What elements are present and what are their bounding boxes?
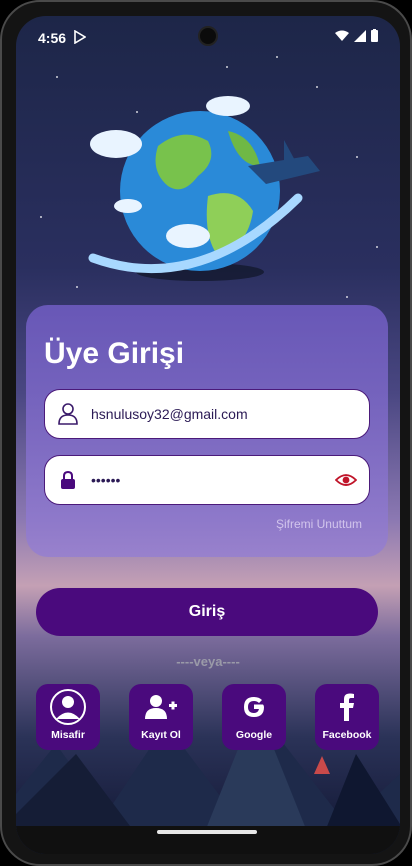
home-indicator[interactable] (157, 830, 257, 834)
social-login-row: Misafir Kayıt Ol Google Facebook (36, 684, 379, 752)
guest-avatar-icon (49, 684, 87, 729)
google-label: Google (235, 729, 273, 741)
add-user-icon (144, 684, 178, 729)
status-bar: 4:56 (16, 16, 400, 56)
google-icon (241, 684, 267, 729)
system-icons (335, 29, 378, 42)
facebook-label: Facebook (322, 729, 372, 741)
google-button[interactable]: Google (222, 684, 286, 750)
battery-icon (371, 29, 378, 42)
forgot-password-link[interactable]: Şifremi Unuttum (276, 517, 362, 531)
play-store-icon (74, 30, 86, 44)
globe-illustration (88, 96, 320, 281)
wifi-icon (335, 30, 349, 41)
eye-icon[interactable] (323, 473, 369, 487)
facebook-icon (339, 684, 355, 729)
lock-icon (45, 470, 91, 490)
or-divider: ----veya---- (176, 654, 240, 669)
password-field[interactable] (44, 455, 370, 505)
login-button[interactable]: Giriş (36, 588, 378, 636)
register-button[interactable]: Kayıt Ol (129, 684, 193, 750)
app-screen: 4:56 Üye Girişi hsnulusoy32@gmail.com ••… (16, 16, 400, 854)
status-time: 4:56 (38, 30, 67, 46)
email-input[interactable] (91, 406, 369, 422)
phone-frame: 4:56 Üye Girişi hsnulusoy32@gmail.com ••… (0, 0, 412, 866)
email-field[interactable] (44, 389, 370, 439)
signal-icon (354, 29, 366, 42)
register-label: Kayıt Ol (141, 729, 181, 741)
facebook-button[interactable]: Facebook (315, 684, 379, 750)
page-title: Üye Girişi (44, 337, 185, 370)
guest-label: Misafir (51, 729, 85, 741)
guest-button[interactable]: Misafir (36, 684, 100, 750)
front-camera (198, 26, 218, 46)
password-input[interactable] (91, 472, 323, 488)
login-card: Üye Girişi hsnulusoy32@gmail.com •••••• … (26, 305, 388, 557)
user-outline-icon (45, 403, 91, 425)
